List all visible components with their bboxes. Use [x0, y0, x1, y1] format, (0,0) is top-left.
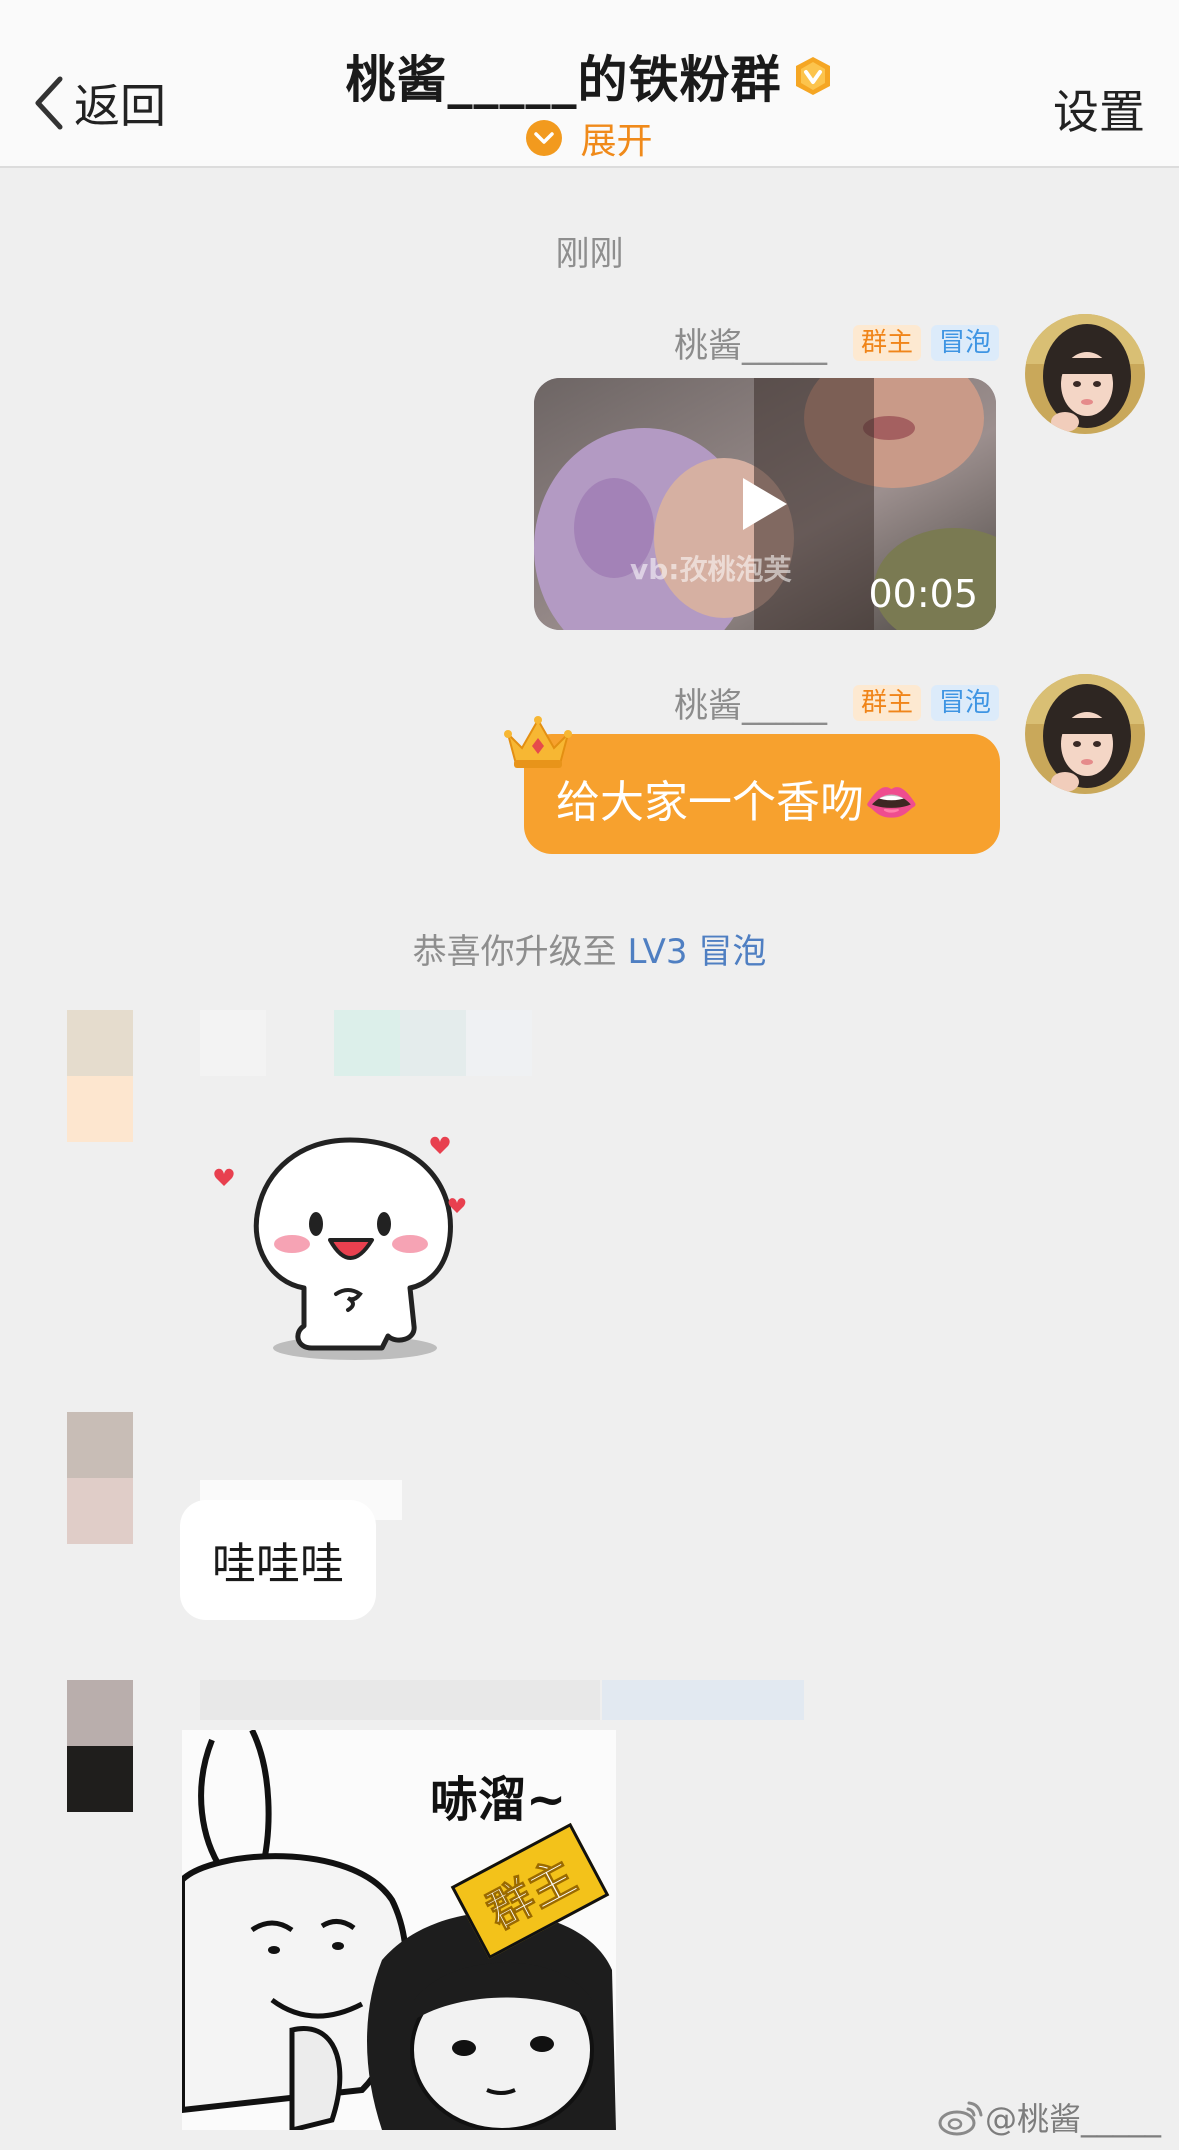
smiling-dumpling-sticker[interactable]: [200, 1126, 470, 1366]
video-watermark: vb:孜桃泡芙: [630, 553, 792, 586]
sender-info: 桃酱_____ 群主 冒泡: [674, 678, 999, 727]
sender-name: 桃酱_____: [673, 326, 827, 366]
chevron-down-icon: [526, 120, 563, 156]
weibo-icon: [938, 2101, 983, 2136]
avatar[interactable]: [1025, 674, 1145, 794]
level-tag: 冒泡: [930, 324, 999, 361]
crown-icon: [504, 716, 572, 768]
message-text: 给大家一个香吻👄: [556, 777, 919, 828]
video-message[interactable]: vb:孜桃泡芙 00:05: [534, 378, 996, 630]
avatar[interactable]: [67, 1680, 133, 1812]
avatar[interactable]: [67, 1412, 133, 1544]
obscured-sender-info: [200, 1680, 804, 1720]
owner-tag: 群主: [852, 324, 921, 361]
top-nav-bar: 返回 桃酱_____的铁粉群 展开 设置: [0, 0, 1179, 168]
sender-info: 桃酱_____ 群主 冒泡: [674, 318, 999, 367]
video-duration: 00:05: [868, 572, 978, 616]
settings-button[interactable]: 设置: [1053, 76, 1145, 142]
obscured-sender-info: [200, 1010, 532, 1076]
play-icon: [743, 478, 787, 530]
weibo-watermark: @桃酱_____: [937, 2094, 1161, 2140]
group-title: 桃酱_____的铁粉群: [345, 51, 782, 109]
avatar[interactable]: [1025, 314, 1145, 434]
message-bubble[interactable]: 哇哇哇: [180, 1500, 376, 1620]
avatar[interactable]: [67, 1010, 133, 1142]
watermark-text: @桃酱_____: [984, 2100, 1161, 2138]
verified-v-icon: [795, 57, 830, 95]
level-tag: 冒泡: [930, 684, 999, 721]
sender-name: 桃酱_____: [673, 686, 827, 726]
expand-toggle[interactable]: 展开: [0, 112, 1179, 164]
expand-label: 展开: [580, 121, 653, 162]
upgrade-notice-text: 恭喜你升级至: [412, 932, 628, 972]
level-link[interactable]: LV3 冒泡: [627, 932, 766, 972]
rabbit-meme-sticker[interactable]: 哧溜~ 群主: [182, 1730, 616, 2130]
owner-tag: 群主: [852, 684, 921, 721]
upgrade-notice: 恭喜你升级至 LV3 冒泡: [0, 924, 1179, 973]
message-timestamp: 刚刚: [555, 234, 624, 274]
message-bubble[interactable]: 给大家一个香吻👄: [524, 734, 1000, 854]
message-text: 哇哇哇: [212, 1539, 344, 1590]
meme-caption: 哧溜~: [430, 1772, 567, 1828]
title-row: 桃酱_____的铁粉群: [0, 40, 1179, 112]
